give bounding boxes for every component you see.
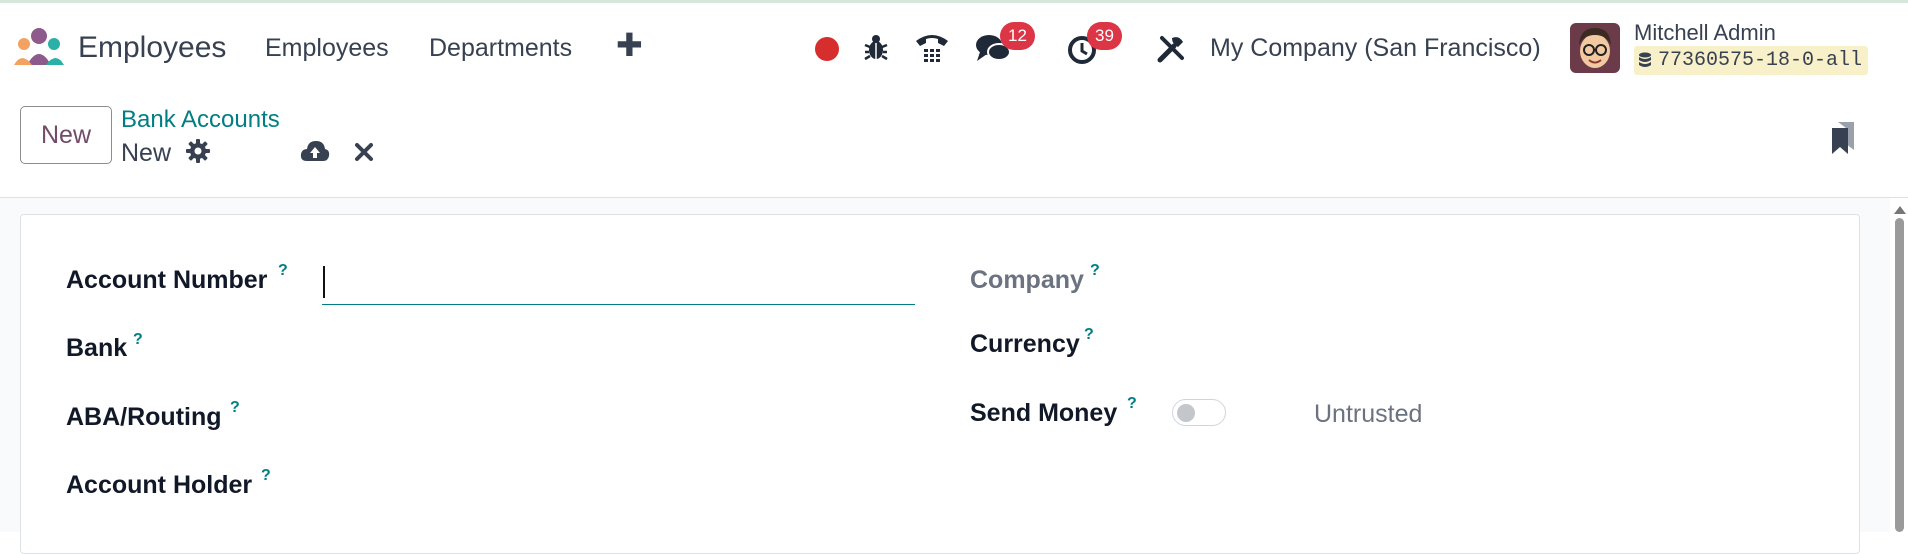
help-aba-routing[interactable]: ? [230, 399, 240, 417]
account-number-input[interactable] [322, 262, 915, 305]
help-account-number[interactable]: ? [278, 262, 288, 280]
help-currency[interactable]: ? [1084, 326, 1094, 344]
send-money-status: Untrusted [1314, 400, 1423, 428]
menu-departments[interactable]: Departments [429, 34, 572, 63]
employees-app-icon[interactable] [14, 27, 64, 67]
label-account-holder: Account Holder [66, 471, 253, 499]
plus-icon[interactable]: ✚ [616, 29, 643, 61]
label-account-number: Account Number [66, 266, 268, 294]
user-avatar[interactable] [1570, 23, 1620, 73]
help-send-money[interactable]: ? [1127, 395, 1137, 413]
label-company: Company [970, 266, 1084, 294]
main-navbar: Employees Employees Departments ✚ 12 39 … [0, 3, 1908, 91]
user-name[interactable]: Mitchell Admin [1634, 20, 1776, 46]
menu-employees[interactable]: Employees [265, 34, 389, 63]
aba-routing-field[interactable] [322, 393, 911, 433]
recording-icon[interactable] [815, 37, 839, 61]
database-icon [1639, 52, 1651, 67]
record-name: New [121, 139, 172, 167]
debug-tools-icon[interactable] [1156, 34, 1186, 64]
new-button[interactable]: New [20, 106, 112, 164]
database-name: 77360575-18-0-all [1658, 49, 1863, 72]
label-aba-routing: ABA/Routing [66, 403, 222, 431]
help-account-holder[interactable]: ? [261, 467, 271, 485]
save-cloud-icon[interactable] [300, 139, 330, 163]
breadcrumb-bank-accounts[interactable]: Bank Accounts [121, 106, 280, 134]
messages-count-badge: 12 [1000, 22, 1035, 50]
label-bank: Bank [66, 334, 128, 362]
currency-field[interactable] [1160, 322, 1800, 362]
account-holder-field[interactable] [322, 461, 911, 501]
phone-icon[interactable] [914, 31, 950, 65]
bank-field[interactable] [322, 325, 911, 365]
bug-icon[interactable] [863, 33, 889, 61]
help-bank[interactable]: ? [133, 331, 143, 349]
discard-close-icon[interactable] [354, 142, 374, 162]
label-send-money: Send Money [970, 399, 1118, 427]
label-currency: Currency [970, 330, 1080, 358]
company-switcher[interactable]: My Company (San Francisco) [1210, 34, 1541, 63]
database-badge: 77360575-18-0-all [1634, 46, 1869, 75]
scrollbar-thumb[interactable] [1895, 218, 1904, 532]
gear-icon[interactable] [186, 139, 210, 163]
form-sheet [20, 214, 1860, 554]
activities-count-badge: 39 [1087, 22, 1122, 50]
help-company[interactable]: ? [1090, 262, 1100, 280]
text-cursor [323, 266, 325, 298]
bookmark-icon[interactable] [1830, 120, 1856, 156]
toggle-knob [1177, 404, 1195, 422]
app-name[interactable]: Employees [78, 31, 226, 65]
send-money-toggle[interactable] [1172, 399, 1226, 426]
scroll-up-arrow[interactable] [1894, 206, 1906, 214]
